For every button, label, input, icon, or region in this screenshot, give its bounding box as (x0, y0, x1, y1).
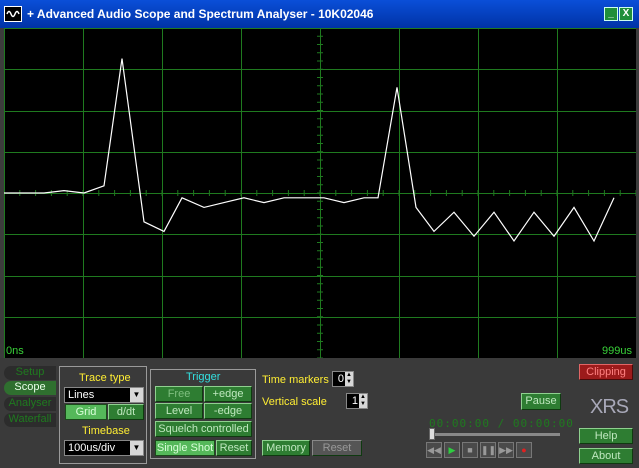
time-markers-label: Time markers (262, 374, 329, 386)
spinner-arrows-icon[interactable]: ▲ ▼ (345, 372, 353, 386)
trigger-label: Trigger (186, 371, 221, 383)
ddt-button[interactable]: d/dt (108, 404, 144, 420)
trace-type-select[interactable]: Lines ▼ (64, 387, 144, 403)
memory-reset-button[interactable]: Reset (312, 440, 362, 456)
about-button[interactable]: About (579, 448, 633, 464)
chevron-down-icon: ▼ (130, 441, 143, 455)
time-markers-spinner[interactable]: 0 ▲ ▼ (332, 371, 354, 387)
playback-slider-handle[interactable] (429, 428, 435, 440)
time-end-label: 999us (602, 345, 632, 357)
rewind-icon[interactable]: ◀◀ (426, 442, 442, 458)
trigger-reset-button[interactable]: Reset (216, 440, 252, 456)
squelch-controlled-button[interactable]: Squelch controlled (155, 421, 252, 437)
trigger-free-button[interactable]: Free (155, 386, 203, 402)
close-button[interactable]: X (619, 7, 633, 21)
title-bar: + Advanced Audio Scope and Spectrum Anal… (0, 0, 639, 28)
timebase-value: 100us/div (68, 442, 116, 454)
pause-icon[interactable]: ❚❚ (480, 442, 496, 458)
minimize-button[interactable]: _ (604, 7, 618, 21)
grid-button[interactable]: Grid (65, 404, 107, 420)
trace-type-label: Trace type (79, 372, 131, 384)
scope-plot (4, 28, 636, 358)
record-icon[interactable]: ● (516, 442, 532, 458)
vertical-scale-spinner[interactable]: 1 ▲ ▼ (346, 393, 368, 409)
trigger-minus-edge-button[interactable]: -edge (204, 403, 252, 419)
trace-type-value: Lines (68, 389, 95, 401)
trigger-level-button[interactable]: Level (155, 403, 203, 419)
fast-forward-icon[interactable]: ▶▶ (498, 442, 514, 458)
xrs-logo: XRS (590, 396, 629, 418)
chevron-down-icon: ▼ (130, 388, 143, 402)
timebase-label: Timebase (82, 425, 130, 437)
play-icon[interactable]: ▶ (444, 442, 460, 458)
playback-time: 00:00:00 / 00:00:00 (429, 417, 574, 430)
time-start-label: 0ns (6, 345, 24, 357)
tab-analyser[interactable]: Analyser (4, 397, 56, 411)
memory-button[interactable]: Memory (262, 440, 310, 456)
tab-setup[interactable]: Setup (4, 366, 56, 380)
playback-slider-track[interactable] (430, 433, 560, 436)
spinner-arrows-icon[interactable]: ▲ ▼ (359, 394, 367, 408)
app-icon[interactable] (4, 6, 22, 22)
vertical-scale-label: Vertical scale (262, 396, 327, 408)
stop-icon[interactable]: ■ (462, 442, 478, 458)
tab-waterfall[interactable]: Waterfall (4, 413, 56, 427)
help-button[interactable]: Help (579, 428, 633, 444)
signal-trace (4, 58, 615, 243)
single-shot-button[interactable]: Single Shot (155, 440, 215, 456)
trigger-plus-edge-button[interactable]: +edge (204, 386, 252, 402)
pause-button[interactable]: Pause (521, 393, 561, 410)
timebase-select[interactable]: 100us/div ▼ (64, 440, 144, 456)
time-markers-value: 0 (337, 373, 344, 385)
tab-scope[interactable]: Scope (4, 381, 56, 395)
clipping-indicator: Clipping (579, 364, 633, 380)
transport-controls: ◀◀ ▶ ■ ❚❚ ▶▶ ● (426, 442, 550, 462)
window-title: + Advanced Audio Scope and Spectrum Anal… (27, 7, 374, 21)
vertical-scale-value: 1 (351, 395, 358, 407)
scope-display: 0ns 999us (4, 28, 636, 358)
